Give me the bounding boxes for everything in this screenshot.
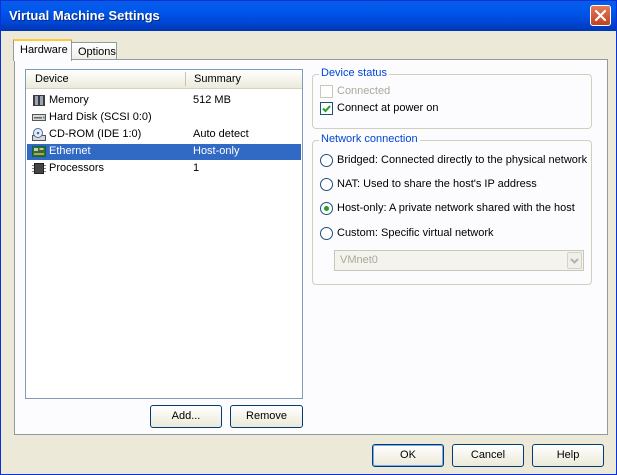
- column-header-device[interactable]: Device: [35, 73, 69, 85]
- title-bar[interactable]: Virtual Machine Settings: [1, 1, 616, 31]
- device-row-memory[interactable]: Memory 512 MB: [27, 93, 301, 109]
- processor-icon: [32, 163, 46, 174]
- custom-network-select[interactable]: VMnet0: [334, 250, 584, 271]
- dropdown-button[interactable]: [567, 252, 582, 269]
- connect-at-power-on-label: Connect at power on: [337, 102, 439, 114]
- device-row-ethernet[interactable]: Ethernet Host-only: [27, 144, 301, 160]
- window-title: Virtual Machine Settings: [9, 8, 160, 23]
- tab-hardware[interactable]: Hardware: [13, 39, 72, 61]
- nat-label: NAT: Used to share the host's IP address: [337, 178, 537, 190]
- device-list-header: Device Summary: [26, 70, 302, 89]
- host-only-radio[interactable]: [320, 202, 333, 215]
- bridged-label: Bridged: Connected directly to the physi…: [337, 154, 588, 166]
- help-button[interactable]: Help: [532, 444, 604, 467]
- connected-label: Connected: [337, 85, 391, 97]
- column-divider[interactable]: [185, 72, 186, 86]
- device-list[interactable]: Device Summary Memory 512 MB Hard Disk (…: [25, 69, 303, 399]
- tab-hardware-label: Hardware: [20, 44, 68, 56]
- remove-device-button[interactable]: Remove: [230, 405, 303, 428]
- connect-at-power-on-checkbox[interactable]: [320, 102, 333, 115]
- device-row-hard-disk[interactable]: Hard Disk (SCSI 0:0): [27, 110, 301, 126]
- device-summary: Host-only: [193, 145, 240, 157]
- device-name: CD-ROM (IDE 1:0): [49, 128, 142, 140]
- add-device-button[interactable]: Add...: [150, 405, 222, 428]
- ok-button[interactable]: OK: [372, 444, 444, 467]
- cdrom-icon: [32, 128, 46, 141]
- tab-options-label: Options: [78, 46, 116, 58]
- device-name: Processors: [49, 162, 105, 174]
- vm-settings-window: Virtual Machine Settings Hardware Option…: [0, 0, 617, 475]
- device-name: Hard Disk (SCSI 0:0): [49, 111, 152, 123]
- column-header-summary[interactable]: Summary: [194, 73, 241, 85]
- device-summary: 1: [193, 162, 200, 174]
- radio-selected-dot: [324, 206, 329, 211]
- memory-icon: [33, 95, 45, 106]
- custom-network-value: VMnet0: [340, 254, 378, 266]
- connected-checkbox[interactable]: [320, 85, 333, 98]
- close-icon: [595, 10, 606, 21]
- device-row-cdrom[interactable]: CD-ROM (IDE 1:0) Auto detect: [27, 127, 301, 143]
- close-button[interactable]: [590, 5, 611, 26]
- hard-disk-icon: [32, 114, 46, 121]
- device-row-processors[interactable]: Processors 1: [27, 161, 301, 177]
- custom-radio[interactable]: [320, 227, 333, 240]
- chevron-down-icon: [570, 258, 579, 264]
- device-summary: 512 MB: [193, 94, 231, 106]
- device-name: Ethernet: [49, 145, 91, 157]
- nat-radio[interactable]: [320, 178, 333, 191]
- cancel-button[interactable]: Cancel: [452, 444, 524, 467]
- bridged-radio[interactable]: [320, 154, 333, 167]
- device-name: Memory: [49, 94, 89, 106]
- device-summary: Auto detect: [193, 128, 249, 140]
- network-connection-title: Network connection: [319, 133, 420, 145]
- checkmark-icon: [322, 105, 331, 113]
- device-status-title: Device status: [319, 67, 390, 79]
- network-card-icon: [32, 146, 46, 157]
- host-only-label: Host-only: A private network shared with…: [337, 202, 575, 214]
- custom-label: Custom: Specific virtual network: [337, 227, 494, 239]
